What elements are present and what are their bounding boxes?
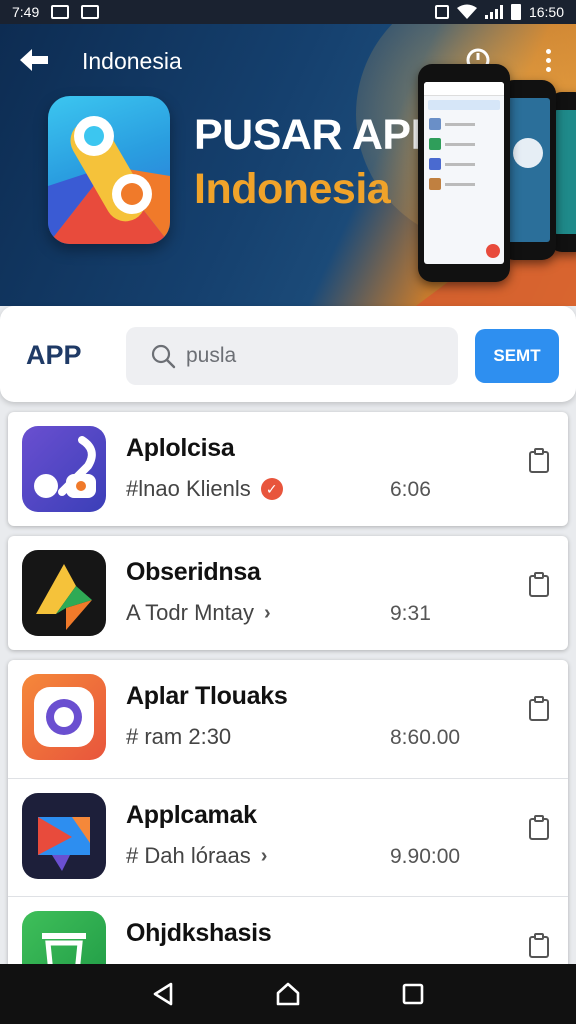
play-app-icon (22, 793, 106, 879)
phone-screen-fab (486, 244, 500, 258)
app-name: Aplar Tlouaks (126, 682, 288, 710)
clipboard-icon[interactable] (528, 696, 550, 722)
page-title: Indonesia (82, 48, 182, 74)
back-button[interactable] (16, 44, 52, 76)
app-logo-icon (48, 116, 170, 244)
home-icon (276, 982, 300, 1006)
system-nav-bar (0, 964, 576, 1024)
app-tag: A Todr Mntay › (126, 600, 271, 626)
hero-banner: Indonesia PUSAR APP Indonesia (0, 24, 576, 306)
notification-icon (51, 5, 70, 19)
search-card: APP SEMT (0, 306, 576, 402)
phone-screen-circle (513, 138, 543, 168)
camera-app-icon-glyph (34, 687, 94, 747)
app-tag-text: # ram 2:30 (126, 724, 232, 749)
nav-home-button[interactable] (268, 974, 308, 1014)
signal-icon (484, 5, 503, 19)
brand-logo (48, 96, 170, 244)
phone-screen-search (428, 100, 500, 110)
more-dot-icon (545, 48, 551, 54)
app-tag-text: A Todr Mntay (126, 600, 254, 625)
clipboard-icon[interactable] (528, 448, 550, 474)
search-button[interactable]: SEMT (475, 329, 559, 383)
app-tag: #lnao Klienls ✓ (126, 476, 283, 502)
app-time: 9:31 (390, 602, 431, 625)
brand-title: PUSAR APP (194, 111, 439, 159)
phone-screen-row (424, 174, 504, 194)
phone-screen (506, 98, 550, 242)
play-app-icon-glyph (38, 817, 90, 871)
phone-screen-row (424, 114, 504, 134)
clipboard-icon[interactable] (528, 815, 550, 841)
back-arrow-icon (20, 49, 48, 71)
nav-recents-button[interactable] (393, 974, 433, 1014)
search-label: APP (26, 340, 82, 370)
list-item[interactable]: Aplolcisa #lnao Klienls ✓ 6:06 (8, 412, 568, 526)
phone-screen (424, 82, 504, 264)
app-list: Aplolcisa #lnao Klienls ✓ 6:06 Obseridns… (8, 412, 568, 1014)
square-recents-icon (403, 983, 424, 1005)
status-clock: 16:50 (528, 4, 564, 20)
more-dot-icon (545, 57, 551, 63)
app-tag: # Dah lóraas › (126, 843, 267, 869)
alarm-icon (434, 5, 449, 19)
verified-badge-icon: ✓ (260, 478, 283, 500)
phone-app-icon (22, 426, 106, 512)
phone-screen-row (424, 154, 504, 174)
search-input[interactable] (186, 344, 426, 368)
search-box[interactable] (126, 327, 458, 385)
list-item[interactable]: Obseridnsa A Todr Mntay › 9:31 (8, 536, 568, 650)
clipboard-icon[interactable] (528, 572, 550, 598)
battery-icon (510, 4, 521, 20)
camera-app-icon (22, 674, 106, 760)
chevron-right-icon: › (260, 844, 268, 867)
app-time: 9.90:00 (390, 845, 461, 868)
phone-mockup-front (418, 64, 510, 282)
more-menu-button[interactable] (538, 46, 558, 74)
app-tag-text: # Dah lóraas (126, 843, 251, 868)
app-time: 8:60.00 (390, 726, 461, 749)
nav-back-button[interactable] (143, 974, 183, 1014)
triangle-back-icon (153, 982, 172, 1006)
arrow-app-icon (22, 550, 106, 636)
status-bar: 7:49 16:50 (0, 0, 576, 24)
clipboard-icon[interactable] (528, 933, 550, 959)
chevron-right-icon: › (264, 601, 271, 624)
more-dot-icon (545, 66, 551, 72)
phone-app-icon-glyph (34, 436, 96, 498)
phone-screen-header (424, 82, 504, 96)
phone-screen-row (424, 134, 504, 154)
list-item[interactable]: Aplar Tlouaks # ram 2:30 8:60.00 (8, 660, 568, 778)
app-time: 6:06 (390, 478, 431, 501)
message-icon (81, 5, 100, 19)
app-tag-text: #lnao Klienls (126, 476, 251, 501)
app-name: Aplolcisa (126, 434, 235, 462)
app-name: Ohjdkshasis (126, 919, 272, 947)
app-tag: # ram 2:30 (126, 724, 231, 750)
arrow-app-icon-glyph (36, 564, 92, 630)
app-name: Applcamak (126, 801, 257, 829)
app-name: Obseridnsa (126, 558, 261, 586)
status-time: 7:49 (12, 4, 40, 20)
search-icon (151, 344, 176, 369)
phone-screen (554, 110, 576, 234)
list-group: Aplar Tlouaks # ram 2:30 8:60.00 Applcam… (8, 660, 568, 1014)
brand-subtitle: Indonesia (194, 165, 391, 213)
list-item[interactable]: Applcamak # Dah lóraas › 9.90:00 (8, 778, 568, 896)
wifi-icon (456, 4, 477, 19)
